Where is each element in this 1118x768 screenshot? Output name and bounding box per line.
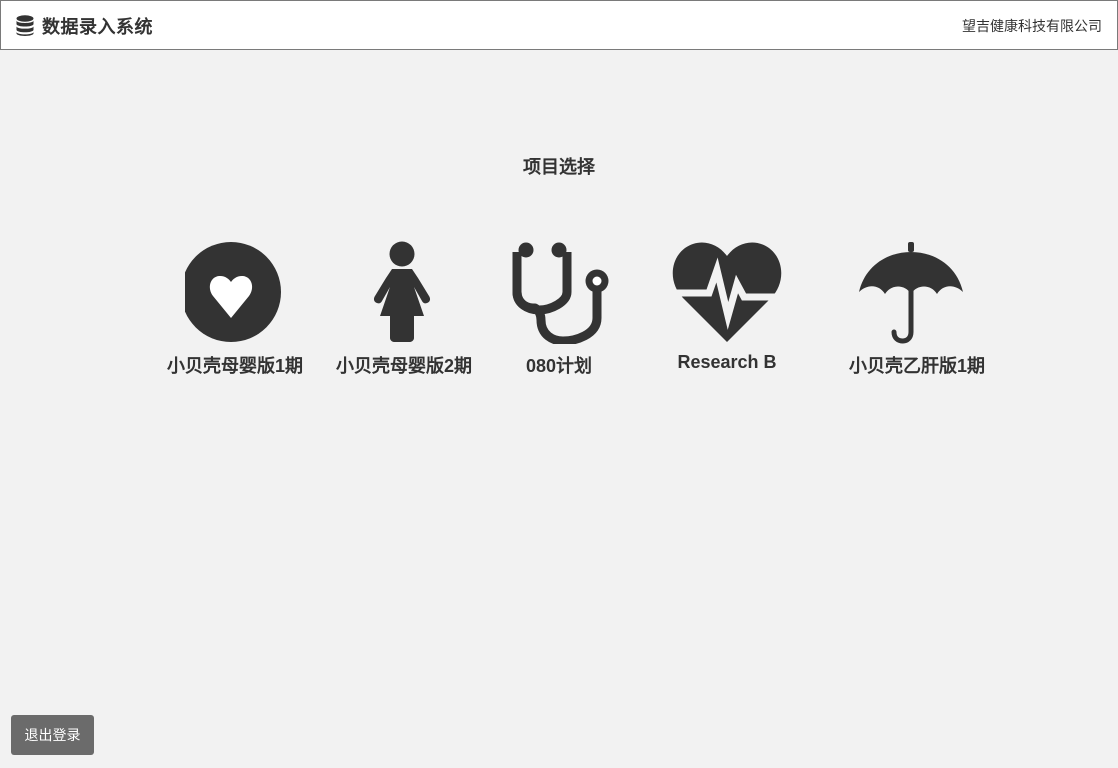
logout-button[interactable]: 退出登录 — [11, 715, 94, 755]
app-title: 数据录入系统 — [42, 17, 153, 37]
project-label[interactable]: 小贝壳乙肝版1期 — [827, 352, 1007, 378]
stethoscope-icon[interactable] — [509, 240, 611, 344]
umbrella-icon[interactable] — [859, 240, 969, 344]
heart-circle-icon[interactable] — [185, 240, 287, 344]
female-icon[interactable] — [354, 240, 456, 344]
project-label[interactable]: 小贝壳母婴版1期 — [145, 352, 325, 378]
page-title: 项目选择 — [523, 157, 595, 177]
brand: 数据录入系统 — [16, 14, 153, 38]
heartbeat-icon[interactable] — [671, 240, 785, 344]
database-icon — [16, 15, 34, 37]
project-label[interactable]: 080计划 — [469, 352, 649, 378]
project-label[interactable]: Research B — [637, 352, 817, 373]
company-name: 望吉健康科技有限公司 — [962, 18, 1102, 34]
header-bar: 数据录入系统 望吉健康科技有限公司 — [0, 0, 1118, 50]
project-label[interactable]: 小贝壳母婴版2期 — [314, 352, 494, 378]
